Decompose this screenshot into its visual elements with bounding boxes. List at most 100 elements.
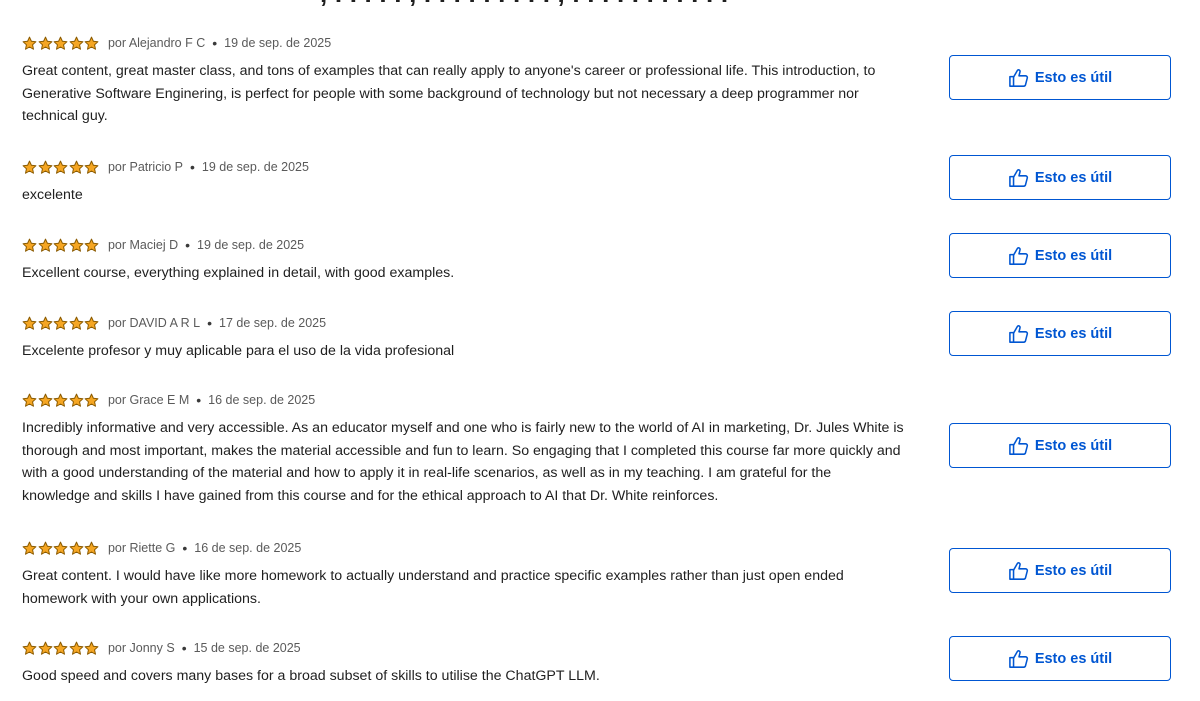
review-text: Great content. I would have like more ho…	[22, 565, 932, 610]
star-rating	[22, 36, 100, 51]
review-text: excelente	[22, 184, 932, 207]
star-icon	[38, 393, 52, 407]
separator-dot: •	[182, 540, 188, 556]
review-text: Excelente profesor y muy aplicable para …	[22, 340, 932, 363]
star-icon	[53, 36, 68, 50]
star-icon	[69, 641, 84, 655]
review-meta: por DAVID A R L • 17 de sep. de 2025	[22, 314, 326, 332]
review-text-line: Incredibly informative and very accessib…	[22, 420, 904, 436]
star-icon	[22, 238, 37, 252]
reviews-page: , . . . . . , . . . . . . . . . , . . . …	[0, 0, 1200, 701]
star-icon	[69, 541, 84, 555]
review-text-line: Good speed and covers many bases for a b…	[22, 668, 600, 684]
thumbs-up-icon	[1008, 68, 1028, 87]
star-icon	[38, 238, 52, 252]
star-icon	[69, 36, 84, 50]
helpful-button[interactable]: Esto es útil	[949, 636, 1171, 681]
review-text-line: Generative Software Enginering, is perfe…	[22, 85, 859, 102]
review-author: por Grace E M	[107, 393, 190, 407]
star-icon	[84, 238, 99, 252]
helpful-button-label: Esto es útil	[1034, 247, 1113, 264]
helpful-button[interactable]: Esto es útil	[949, 155, 1171, 200]
review-text-line: Great content. I would have like more ho…	[22, 568, 844, 584]
review-text-line: Excelente profesor y muy aplicable para …	[22, 343, 455, 359]
star-icon	[22, 641, 37, 655]
star-rating	[22, 160, 100, 175]
helpful-button[interactable]: Esto es útil	[949, 311, 1171, 356]
review-text: Excellent course, everything explained i…	[22, 262, 932, 285]
star-icon	[53, 238, 68, 252]
star-icon	[22, 316, 37, 330]
star-icon	[38, 160, 52, 174]
star-icon	[84, 541, 99, 555]
separator-dot: •	[181, 640, 187, 656]
review-meta: por Alejandro F C • 19 de sep. de 2025	[22, 34, 331, 52]
review-meta: por Grace E M • 16 de sep. de 2025	[22, 391, 315, 409]
thumbs-up-icon	[1008, 246, 1028, 265]
star-icon	[22, 393, 37, 407]
review-date: 19 de sep. de 2025	[201, 160, 309, 174]
separator-dot: •	[185, 237, 191, 253]
helpful-button-label: Esto es útil	[1034, 69, 1113, 86]
review-meta: por Patricio P • 19 de sep. de 2025	[22, 158, 309, 176]
review-author: por Riette G	[107, 541, 176, 555]
review-text: Incredibly informative and very accessib…	[22, 417, 932, 507]
helpful-button[interactable]: Esto es útil	[949, 423, 1171, 468]
separator-dot: •	[196, 392, 202, 408]
helpful-button[interactable]: Esto es útil	[949, 548, 1171, 593]
helpful-button[interactable]: Esto es útil	[949, 233, 1171, 278]
review-meta: por Jonny S • 15 de sep. de 2025	[22, 639, 301, 657]
review-text-line: thorough and most important, makes the m…	[22, 442, 901, 459]
thumbs-up-icon	[1008, 561, 1028, 580]
helpful-button-label: Esto es útil	[1034, 169, 1113, 186]
review-date: 15 de sep. de 2025	[193, 641, 301, 655]
review-author: por Jonny S	[107, 641, 175, 655]
star-rating	[22, 641, 100, 656]
review-text: Good speed and covers many bases for a b…	[22, 665, 932, 688]
review-meta: por Riette G • 16 de sep. de 2025	[22, 539, 301, 557]
star-icon	[53, 641, 68, 655]
review-meta: por Maciej D • 19 de sep. de 2025	[22, 236, 304, 254]
star-icon	[69, 316, 84, 330]
star-icon	[38, 641, 52, 655]
review-date: 17 de sep. de 2025	[219, 316, 327, 330]
star-icon	[84, 641, 99, 655]
separator-dot: •	[212, 35, 218, 51]
review-author: por Alejandro F C	[107, 36, 206, 50]
review-author: por Patricio P	[107, 160, 183, 174]
review-date: 19 de sep. de 2025	[224, 36, 332, 50]
star-icon	[53, 393, 68, 407]
review-text-line: excelente	[22, 187, 83, 203]
star-icon	[69, 160, 84, 174]
star-rating	[22, 316, 100, 331]
review-author: por Maciej D	[107, 238, 179, 252]
review-text-line: Excellent course, everything explained i…	[22, 265, 455, 281]
review-text-line: homework with your own applications.	[22, 590, 261, 607]
thumbs-up-icon	[1008, 436, 1028, 455]
star-icon	[38, 316, 52, 330]
thumbs-up-icon	[1008, 168, 1028, 187]
review-text-line: knowledge and skills I have gained from …	[22, 487, 719, 504]
review-author: por DAVID A R L	[107, 316, 201, 330]
star-icon	[38, 36, 52, 50]
separator-dot: •	[207, 315, 213, 331]
review-date: 16 de sep. de 2025	[208, 393, 316, 407]
star-icon	[38, 541, 52, 555]
star-icon	[84, 160, 99, 174]
review-text-line: technical guy.	[22, 108, 108, 125]
helpful-button[interactable]: Esto es útil	[949, 55, 1171, 100]
star-icon	[53, 541, 68, 555]
review-text: Great content, great master class, and t…	[22, 60, 932, 128]
star-icon	[84, 36, 99, 50]
helpful-button-label: Esto es útil	[1034, 562, 1113, 579]
star-rating	[22, 393, 100, 408]
section-heading-cropped: , . . . . . , . . . . . . . . . , . . . …	[320, 0, 940, 8]
star-rating	[22, 541, 100, 556]
helpful-button-label: Esto es útil	[1034, 437, 1113, 454]
review-text-line: Great content, great master class, and t…	[22, 63, 876, 79]
star-icon	[69, 238, 84, 252]
thumbs-up-icon	[1008, 324, 1028, 343]
review-date: 19 de sep. de 2025	[197, 238, 305, 252]
star-icon	[22, 541, 37, 555]
star-icon	[84, 393, 99, 407]
